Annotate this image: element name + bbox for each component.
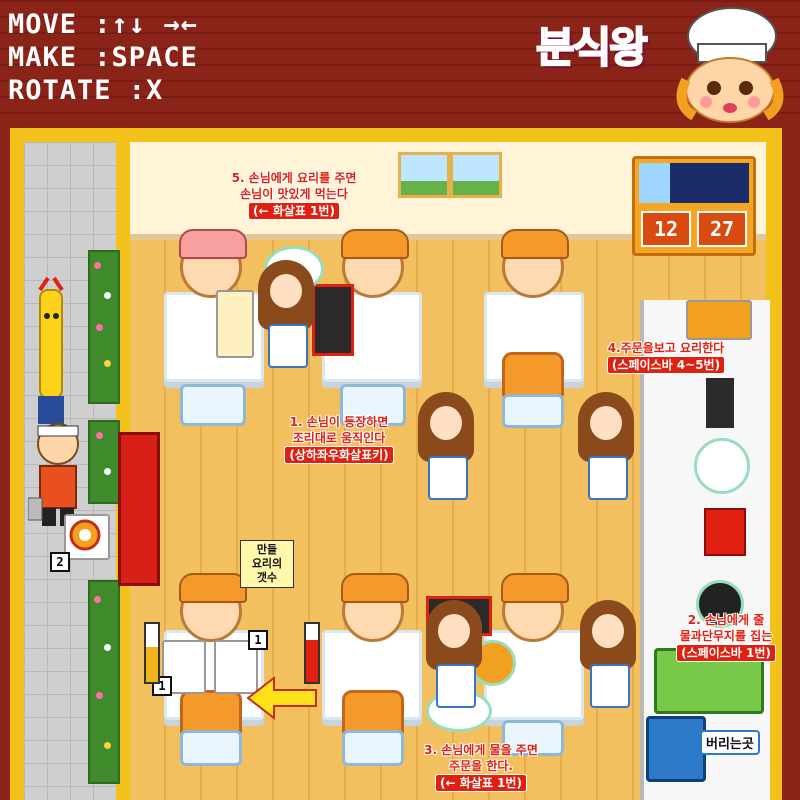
server-player[interactable] xyxy=(418,392,474,512)
trash-bin[interactable] xyxy=(646,716,706,782)
waiting-customer-count: 2 xyxy=(50,552,70,572)
clock-hour: 12 xyxy=(641,211,691,247)
instruction-step-3: 3. 손님에게 물을 주면 주문을 한다. (← 화살표 1번) xyxy=(424,743,538,792)
move-label: MOVE : xyxy=(8,9,112,40)
instruction-step-2: 2. 손님에게 줄 물과단무지를 집는 (스페이스바 1번) xyxy=(656,612,796,662)
entrance-mat xyxy=(118,432,160,586)
chair xyxy=(180,384,246,426)
served-dish-card xyxy=(216,290,254,358)
customer[interactable] xyxy=(501,229,569,298)
patience-gauge-right xyxy=(304,622,320,684)
kimbap-station[interactable] xyxy=(706,378,734,428)
make-label: MAKE : xyxy=(8,42,112,73)
flower-bed-top xyxy=(88,250,120,404)
sausage-station[interactable] xyxy=(694,438,750,494)
window-right xyxy=(450,152,502,198)
make-control-row: MAKE :SPACE xyxy=(8,41,198,74)
kimbap-order-card xyxy=(312,284,354,356)
rotate-control-row: ROTATE :X xyxy=(8,74,198,107)
instruction-step-4: 4.주문을보고 요리한다 (스페이스바 4~5번) xyxy=(606,341,726,374)
trash-label: 버리는곳 xyxy=(700,730,760,755)
day-night-indicator xyxy=(639,163,749,203)
flower-bed-bottom xyxy=(88,580,120,784)
server-player[interactable] xyxy=(580,600,636,720)
customer[interactable] xyxy=(341,573,409,642)
move-keys: ↑↓ →← xyxy=(111,9,198,40)
left-arrow-icon xyxy=(246,676,317,720)
chair xyxy=(502,352,564,398)
rotate-label: ROTATE : xyxy=(8,75,147,106)
tteokbokki-station[interactable] xyxy=(704,508,746,556)
flower-bed-middle xyxy=(88,420,120,504)
server-player[interactable] xyxy=(258,260,314,380)
server-player[interactable] xyxy=(426,600,482,720)
customer[interactable] xyxy=(501,573,569,642)
make-key: SPACE xyxy=(111,42,198,73)
dish-count-label: 만들 요리의 갯수 xyxy=(240,540,294,588)
patience-gauge-left xyxy=(144,622,160,684)
inflatable-tube-man-icon xyxy=(38,276,64,424)
rotate-key: X xyxy=(146,75,164,106)
waiting-order-card xyxy=(64,514,110,560)
chef-mascot-icon xyxy=(676,7,784,123)
move-control-row: MOVE :↑↓ →← xyxy=(8,8,198,41)
waiting-customer-icon xyxy=(28,423,79,526)
controls-help: MOVE :↑↓ →← MAKE :SPACE ROTATE :X xyxy=(8,8,198,107)
left-arrow-red-icon xyxy=(226,224,248,246)
chair xyxy=(180,730,242,766)
chair xyxy=(502,394,564,428)
order-count-b: 1 xyxy=(248,630,268,650)
game-logo: 분식왕 xyxy=(535,22,649,73)
fry-station[interactable] xyxy=(686,300,752,340)
chair xyxy=(342,730,404,766)
clock-minute: 27 xyxy=(697,211,747,247)
day-clock-panel: 12 27 xyxy=(632,156,756,256)
instruction-step-1: 1. 손님이 등장하면 조리대로 움직인다 (상하좌우화살표키) xyxy=(264,414,414,464)
window-left xyxy=(398,152,450,198)
instruction-step-5: 5. 손님에게 요리를 주면 손님이 맛있게 먹는다 (← 화살표 1번) xyxy=(231,171,357,220)
customer[interactable] xyxy=(179,573,247,642)
order-dish-icon xyxy=(69,519,101,551)
server-player[interactable] xyxy=(578,392,634,512)
